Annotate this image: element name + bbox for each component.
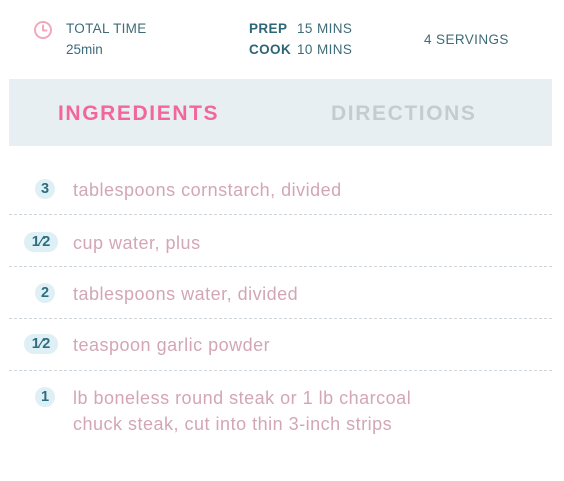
quantity-badge: 1 <box>35 387 55 407</box>
ingredient-row: 3 tablespoons cornstarch, divided <box>9 146 552 215</box>
cook-label: COOK <box>249 42 292 57</box>
clock-icon <box>34 21 52 39</box>
recipe-meta: TOTAL TIME 25min PREP 15 MINS COOK 10 MINS… <box>0 0 564 76</box>
recipe-tabs: INGREDIENTS DIRECTIONS <box>9 79 552 146</box>
ingredient-text: teaspoon garlic powder <box>73 335 271 355</box>
ingredient-text: lb boneless round steak or 1 lb charcoal <box>73 388 412 408</box>
ingredient-row: 1⁄2 teaspoon garlic powder <box>9 319 552 371</box>
quantity-badge: 3 <box>35 179 55 199</box>
ingredient-row: 1⁄2 cup water, plus <box>9 215 552 267</box>
tab-ingredients[interactable]: INGREDIENTS <box>58 101 219 127</box>
quantity-badge: 2 <box>35 283 55 303</box>
ingredient-text: tablespoons water, divided <box>73 284 299 304</box>
ingredient-row: 1 lb boneless round steak or 1 lb charco… <box>9 371 552 481</box>
ingredient-text: tablespoons cornstarch, divided <box>73 180 342 200</box>
ingredient-text-continued: chuck steak, cut into thin 3-inch strips <box>73 414 393 434</box>
ingredient-list: 3 tablespoons cornstarch, divided 1⁄2 cu… <box>9 146 552 481</box>
prep-value: 15 MINS <box>297 21 353 36</box>
ingredient-row: 2 tablespoons water, divided <box>9 267 552 319</box>
total-time-label: TOTAL TIME <box>66 21 147 36</box>
tab-directions[interactable]: DIRECTIONS <box>331 101 477 127</box>
total-time-value: 25min <box>66 42 103 57</box>
servings: 4 SERVINGS <box>424 32 509 47</box>
cook-value: 10 MINS <box>297 42 353 57</box>
prep-time: PREP 15 MINS <box>249 21 352 37</box>
quantity-badge: 1⁄2 <box>24 334 58 354</box>
prep-label: PREP <box>249 21 288 36</box>
cook-time: COOK 10 MINS <box>249 42 352 58</box>
quantity-badge: 1⁄2 <box>24 232 58 252</box>
ingredient-text: cup water, plus <box>73 233 201 253</box>
